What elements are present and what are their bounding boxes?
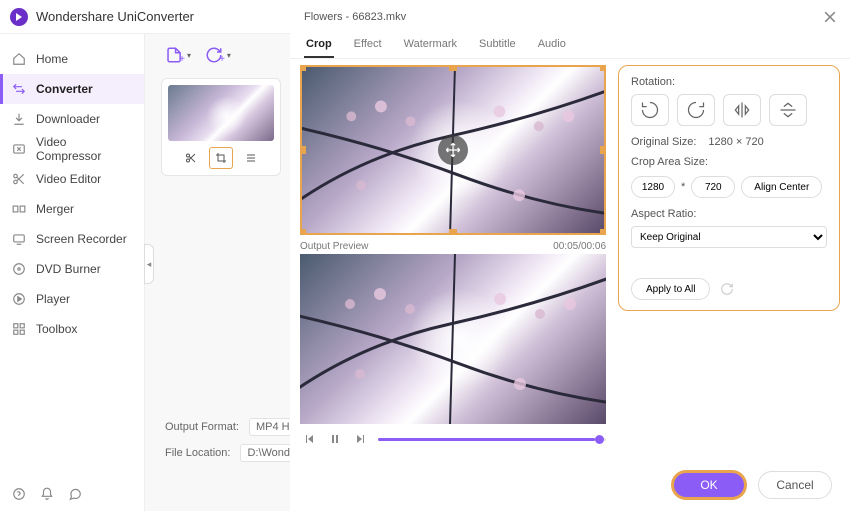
crop-tool-button[interactable] — [209, 147, 233, 169]
crop-move-handle[interactable] — [438, 135, 468, 165]
prev-frame-button[interactable] — [300, 430, 318, 448]
bell-icon[interactable] — [40, 487, 54, 501]
apply-to-all-button[interactable]: Apply to All — [631, 278, 710, 300]
play-icon — [12, 292, 26, 306]
crop-editor-panel: Flowers - 66823.mkv Crop Effect Watermar… — [290, 0, 850, 511]
download-icon — [12, 112, 26, 126]
crop-handle-mr[interactable] — [600, 146, 606, 154]
align-center-button[interactable]: Align Center — [741, 176, 822, 198]
editor-tabs: Crop Effect Watermark Subtitle Audio — [290, 28, 850, 59]
crop-handle-bm[interactable] — [449, 229, 457, 235]
tab-effect[interactable]: Effect — [352, 34, 384, 58]
sidebar-item-toolbox[interactable]: Toolbox — [0, 314, 144, 344]
crop-area-label: Crop Area Size: — [631, 156, 827, 168]
flip-vertical-button[interactable] — [769, 94, 807, 126]
toolbar-top: +▾ +▾ — [165, 44, 231, 66]
converter-icon — [12, 82, 26, 96]
sidebar: Home Converter Downloader Video Compress… — [0, 34, 145, 511]
sidebar-item-label: Video Editor — [36, 172, 101, 186]
output-preview — [300, 254, 606, 424]
aspect-ratio-label: Aspect Ratio: — [631, 208, 827, 220]
reset-icon[interactable] — [720, 282, 734, 296]
crop-handle-bl[interactable] — [300, 229, 306, 235]
next-frame-button[interactable] — [352, 430, 370, 448]
pause-button[interactable] — [326, 430, 344, 448]
collapse-sidebar-button[interactable]: ◂ — [144, 244, 154, 284]
sidebar-item-player[interactable]: Player — [0, 284, 144, 314]
sidebar-item-compressor[interactable]: Video Compressor — [0, 134, 144, 164]
app-logo — [10, 8, 28, 26]
sidebar-item-converter[interactable]: Converter — [0, 74, 144, 104]
record-icon — [12, 232, 26, 246]
add-file-button[interactable]: +▾ — [165, 44, 191, 66]
help-icon[interactable] — [12, 487, 26, 501]
chat-icon[interactable] — [68, 487, 82, 501]
output-preview-label: Output Preview — [300, 241, 368, 252]
ok-button[interactable]: OK — [672, 471, 746, 499]
editor-file-title: Flowers - 66823.mkv — [304, 11, 406, 23]
sidebar-item-downloader[interactable]: Downloader — [0, 104, 144, 134]
sidebar-item-label: Home — [36, 52, 68, 66]
crop-preview[interactable] — [300, 65, 606, 235]
video-card — [161, 78, 281, 176]
sidebar-item-label: Player — [36, 292, 70, 306]
file-location-label: File Location: — [165, 447, 230, 459]
crop-width-input[interactable] — [631, 176, 675, 198]
disc-icon — [12, 262, 26, 276]
original-size-value: 1280 × 720 — [708, 136, 763, 148]
merge-icon — [12, 202, 26, 216]
crop-handle-ml[interactable] — [300, 146, 306, 154]
home-icon — [12, 52, 26, 66]
more-tool-button[interactable] — [239, 147, 263, 169]
time-display: 00:05/00:06 — [553, 241, 606, 252]
playback-progress[interactable] — [378, 438, 606, 441]
video-thumbnail[interactable] — [168, 85, 274, 141]
original-size-label: Original Size: — [631, 136, 696, 148]
crop-height-input[interactable] — [691, 176, 735, 198]
sidebar-item-editor[interactable]: Video Editor — [0, 164, 144, 194]
app-title: Wondershare UniConverter — [36, 9, 194, 24]
sidebar-item-label: DVD Burner — [36, 262, 101, 276]
refresh-button[interactable]: +▾ — [205, 44, 231, 66]
trim-tool-button[interactable] — [179, 147, 203, 169]
crop-separator: * — [681, 181, 685, 193]
tab-watermark[interactable]: Watermark — [402, 34, 459, 58]
aspect-ratio-select[interactable]: Keep Original — [631, 226, 827, 248]
tab-audio[interactable]: Audio — [536, 34, 568, 58]
crop-handle-tr[interactable] — [600, 65, 606, 71]
sidebar-item-label: Downloader — [36, 112, 100, 126]
crop-handle-tl[interactable] — [300, 65, 306, 71]
sidebar-item-recorder[interactable]: Screen Recorder — [0, 224, 144, 254]
tab-subtitle[interactable]: Subtitle — [477, 34, 518, 58]
cancel-button[interactable]: Cancel — [758, 471, 832, 499]
sidebar-footer — [12, 487, 82, 501]
tab-crop[interactable]: Crop — [304, 34, 334, 58]
scissors-icon — [12, 172, 26, 186]
sidebar-item-label: Toolbox — [36, 322, 77, 336]
output-image — [300, 254, 606, 424]
sidebar-item-label: Merger — [36, 202, 74, 216]
output-format-label: Output Format: — [165, 421, 239, 433]
editor-close-button[interactable] — [824, 11, 836, 23]
rotate-right-button[interactable] — [677, 94, 715, 126]
sidebar-item-label: Screen Recorder — [36, 232, 127, 246]
compress-icon — [12, 142, 26, 156]
rotate-left-button[interactable] — [631, 94, 669, 126]
flip-horizontal-button[interactable] — [723, 94, 761, 126]
crop-handle-tm[interactable] — [449, 65, 457, 71]
sidebar-item-merger[interactable]: Merger — [0, 194, 144, 224]
crop-settings-panel: Rotation: Original Size — [618, 65, 840, 311]
sidebar-item-dvd[interactable]: DVD Burner — [0, 254, 144, 284]
sidebar-item-label: Converter — [36, 82, 93, 96]
sidebar-item-label: Video Compressor — [36, 135, 132, 163]
rotation-label: Rotation: — [631, 76, 827, 88]
crop-handle-br[interactable] — [600, 229, 606, 235]
grid-icon — [12, 322, 26, 336]
sidebar-item-home[interactable]: Home — [0, 44, 144, 74]
